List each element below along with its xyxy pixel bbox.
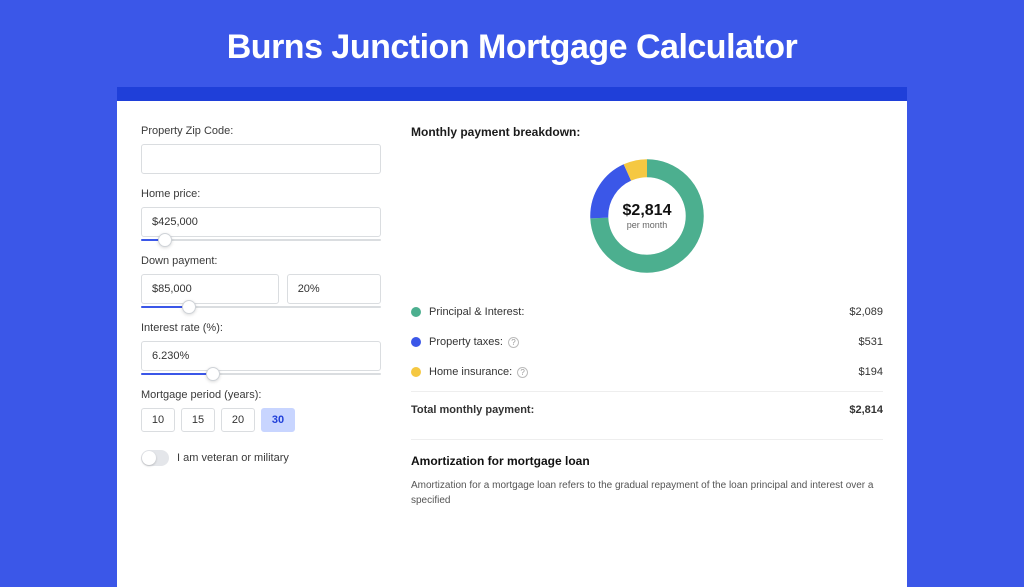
- outer-panel: Property Zip Code: Home price: Down paym…: [117, 87, 907, 587]
- price-slider-thumb[interactable]: [158, 233, 172, 247]
- legend-swatch: [411, 367, 421, 377]
- rate-slider-thumb[interactable]: [206, 367, 220, 381]
- page-title: Burns Junction Mortgage Calculator: [0, 0, 1024, 87]
- period-field-block: Mortgage period (years): 10152030: [141, 389, 381, 432]
- veteran-toggle-knob: [142, 451, 156, 465]
- amortization-block: Amortization for mortgage loan Amortizat…: [411, 439, 883, 508]
- amortization-title: Amortization for mortgage loan: [411, 454, 883, 468]
- rate-slider-fill: [141, 373, 213, 375]
- veteran-label: I am veteran or military: [177, 452, 289, 464]
- legend-amount: $2,089: [849, 306, 883, 318]
- period-option-20[interactable]: 20: [221, 408, 255, 432]
- rate-input[interactable]: [141, 341, 381, 371]
- legend-amount: $194: [859, 366, 883, 378]
- info-icon[interactable]: ?: [508, 337, 519, 348]
- legend-text: Home insurance:: [429, 366, 512, 378]
- price-label: Home price:: [141, 188, 381, 200]
- period-option-15[interactable]: 15: [181, 408, 215, 432]
- period-options-row: 10152030: [141, 408, 381, 432]
- amortization-body: Amortization for a mortgage loan refers …: [411, 478, 883, 508]
- legend-amount: $531: [859, 336, 883, 348]
- period-option-10[interactable]: 10: [141, 408, 175, 432]
- total-amount: $2,814: [849, 404, 883, 416]
- legend-list: Principal & Interest: $2,089 Property taxe…: [411, 297, 883, 387]
- veteran-toggle[interactable]: [141, 450, 169, 466]
- donut-chart: $2,814 per month: [584, 153, 710, 279]
- legend-swatch: [411, 337, 421, 347]
- breakdown-title: Monthly payment breakdown:: [411, 125, 883, 139]
- veteran-toggle-row: I am veteran or military: [141, 450, 381, 466]
- down-slider-thumb[interactable]: [182, 300, 196, 314]
- price-input[interactable]: [141, 207, 381, 237]
- rate-label: Interest rate (%):: [141, 322, 381, 334]
- rate-field-block: Interest rate (%):: [141, 322, 381, 375]
- rate-slider[interactable]: [141, 373, 381, 375]
- price-slider[interactable]: [141, 239, 381, 241]
- down-label: Down payment:: [141, 255, 381, 267]
- zip-input[interactable]: [141, 144, 381, 174]
- calculator-card: Property Zip Code: Home price: Down paym…: [117, 101, 907, 587]
- legend-swatch: [411, 307, 421, 317]
- period-option-30[interactable]: 30: [261, 408, 295, 432]
- down-field-block: Down payment:: [141, 255, 381, 308]
- legend-text: Principal & Interest:: [429, 306, 524, 318]
- zip-label: Property Zip Code:: [141, 125, 381, 137]
- zip-field-block: Property Zip Code:: [141, 125, 381, 174]
- price-field-block: Home price:: [141, 188, 381, 241]
- donut-center-value: $2,814: [623, 202, 672, 220]
- form-column: Property Zip Code: Home price: Down paym…: [117, 101, 401, 587]
- period-label: Mortgage period (years):: [141, 389, 381, 401]
- breakdown-column: Monthly payment breakdown: $2,814 per mo…: [401, 101, 907, 587]
- legend-label: Home insurance:?: [411, 366, 528, 378]
- legend-label: Property taxes:?: [411, 336, 519, 348]
- total-row: Total monthly payment: $2,814: [411, 391, 883, 425]
- donut-center: $2,814 per month: [584, 153, 710, 279]
- down-percent-input[interactable]: [287, 274, 381, 304]
- donut-chart-wrap: $2,814 per month: [411, 153, 883, 279]
- donut-center-sub: per month: [627, 220, 668, 230]
- legend-row: Property taxes:? $531: [411, 327, 883, 357]
- legend-text: Property taxes:: [429, 336, 503, 348]
- legend-row: Home insurance:? $194: [411, 357, 883, 387]
- info-icon[interactable]: ?: [517, 367, 528, 378]
- down-slider[interactable]: [141, 306, 381, 308]
- total-label: Total monthly payment:: [411, 404, 534, 416]
- legend-row: Principal & Interest: $2,089: [411, 297, 883, 327]
- down-amount-input[interactable]: [141, 274, 279, 304]
- legend-label: Principal & Interest:: [411, 306, 524, 318]
